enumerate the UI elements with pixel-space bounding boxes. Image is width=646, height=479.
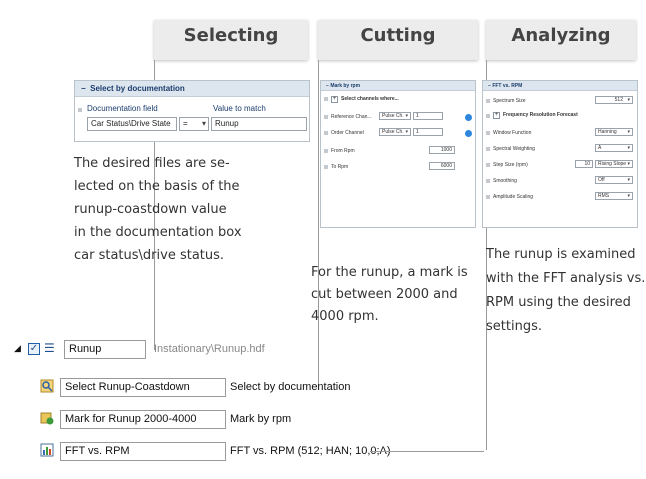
- step-description: Mark by rpm: [230, 413, 292, 425]
- analyzing-header: Analyzing: [486, 20, 636, 60]
- mark-by-rpm-panel: − Mark by rpm + Select channels where...…: [320, 80, 476, 228]
- row-grip-icon[interactable]: [486, 179, 490, 183]
- step-mode-select[interactable]: Rising Slope: [595, 160, 633, 168]
- spectral-weighting-select[interactable]: A: [595, 144, 633, 152]
- reference-channel-number[interactable]: 1: [413, 112, 443, 120]
- spectral-weighting-row: Spectral Weighting A: [483, 143, 637, 155]
- to-rpm-input[interactable]: 6000: [429, 162, 455, 170]
- row-grip-icon[interactable]: [486, 163, 490, 167]
- spectrum-size-label: Spectrum Size: [493, 98, 526, 104]
- expand-icon[interactable]: +: [331, 96, 338, 103]
- selecting-description: The desired files are se- lected on the …: [74, 156, 242, 263]
- panel-title: Mark by rpm: [330, 83, 361, 89]
- window-function-select[interactable]: Hanning: [595, 128, 633, 136]
- from-rpm-label: From Rpm: [331, 148, 355, 154]
- expand-icon[interactable]: +: [493, 112, 500, 119]
- step-size-input[interactable]: 10: [575, 160, 593, 168]
- smoothing-label: Smoothing: [493, 178, 517, 184]
- amplitude-scaling-row: Amplitude Scaling RMS: [483, 191, 637, 203]
- cutting-description: For the runup, a mark is cut between 200…: [311, 265, 468, 324]
- match-value-input[interactable]: Runup: [211, 117, 307, 131]
- to-rpm-label: To Rpm: [331, 164, 349, 170]
- order-channel-row: Order Channel Pulse Ch. 1: [321, 127, 475, 139]
- select-filter-icon: [40, 379, 54, 393]
- panel-header[interactable]: − FFT vs. RPM: [483, 81, 637, 91]
- row-grip-icon[interactable]: [486, 147, 490, 151]
- analyzing-description: The runup is examined with the FFT analy…: [486, 247, 646, 334]
- reference-channel-row: Reference Chan... Pulse Ch. 1: [321, 111, 475, 123]
- spectrum-size-row: Spectrum Size 512: [483, 95, 637, 107]
- fft-chart-icon: [40, 443, 54, 457]
- tree-item-fft: FFT vs. RPM FFT vs. RPM (512; HAN; 10,0;…: [40, 440, 600, 462]
- select-channels-row: + Select channels where...: [321, 95, 475, 105]
- smoothing-row: Smoothing Off: [483, 175, 637, 187]
- row-grip-icon[interactable]: [78, 108, 82, 112]
- panel-header[interactable]: − Select by documentation: [75, 81, 309, 97]
- panel-title: Select by documentation: [90, 84, 185, 93]
- step-size-label: Step Size (rpm): [493, 162, 528, 168]
- checkbox[interactable]: ✓: [28, 343, 40, 355]
- from-rpm-row: From Rpm 1000: [321, 145, 475, 157]
- step-name-input[interactable]: Mark for Runup 2000-4000: [60, 410, 226, 429]
- row-grip-icon[interactable]: [486, 131, 490, 135]
- select-channels-label: Select channels where...: [341, 96, 399, 102]
- spectral-weighting-label: Spectral Weighting: [493, 146, 535, 152]
- amplitude-scaling-label: Amplitude Scaling: [493, 194, 534, 200]
- row-grip-icon[interactable]: [486, 114, 490, 118]
- window-function-row: Window Function Hanning: [483, 127, 637, 139]
- panel-title: FFT vs. RPM: [492, 83, 523, 89]
- tree-item-select: Select Runup-Coastdown Select by documen…: [40, 376, 600, 398]
- to-rpm-row: To Rpm 6000: [321, 161, 475, 173]
- row-grip-icon[interactable]: [324, 149, 328, 153]
- collapse-triangle-icon[interactable]: ◢: [14, 343, 21, 354]
- connector-line: [370, 451, 484, 452]
- step-name-input[interactable]: FFT vs. RPM: [60, 442, 226, 461]
- row-grip-icon[interactable]: [324, 131, 328, 135]
- order-channel-select[interactable]: Pulse Ch.: [379, 128, 411, 136]
- mark-rpm-icon: [40, 412, 54, 425]
- from-rpm-input[interactable]: 1000: [429, 146, 455, 154]
- operator-select[interactable]: =: [179, 117, 209, 131]
- cutting-header: Cutting: [318, 20, 478, 60]
- panel-header[interactable]: − Mark by rpm: [321, 81, 475, 91]
- smoothing-select[interactable]: Off: [595, 176, 633, 184]
- row-grip-icon[interactable]: [324, 115, 328, 119]
- cutting-guide-line: [318, 60, 319, 390]
- step-name-input[interactable]: Select Runup-Coastdown: [60, 378, 226, 397]
- list-icon: ☰: [44, 341, 55, 355]
- row-grip-icon[interactable]: [324, 165, 328, 169]
- step-description: Select by documentation: [230, 381, 351, 393]
- row-grip-icon[interactable]: [324, 97, 328, 101]
- root-name-input[interactable]: Runup: [64, 340, 146, 359]
- info-icon[interactable]: [465, 114, 472, 121]
- row-grip-icon[interactable]: [486, 195, 490, 199]
- documentation-field-header: Documentation field: [87, 104, 158, 113]
- documentation-field-input[interactable]: Car Status\Drive State: [87, 117, 177, 131]
- info-icon[interactable]: [465, 130, 472, 137]
- frequency-resolution-row: + Frequency Resolution Forecast: [483, 111, 637, 121]
- tree-item-mark: Mark for Runup 2000-4000 Mark by rpm: [40, 408, 600, 430]
- fft-vs-rpm-panel: − FFT vs. RPM Spectrum Size 512 + Freque…: [482, 80, 638, 228]
- selecting-header: Selecting: [154, 20, 308, 60]
- tree-root-row: ◢ ✓ ☰ Runup Instationary\Runup.hdf: [14, 340, 314, 361]
- collapse-icon[interactable]: −: [326, 83, 329, 89]
- row-grip-icon[interactable]: [486, 99, 490, 103]
- value-to-match-header: Value to match: [213, 104, 266, 113]
- frequency-resolution-label: Frequency Resolution Forecast: [503, 112, 578, 118]
- spectrum-size-select[interactable]: 512: [595, 96, 633, 104]
- reference-channel-select[interactable]: Pulse Ch.: [379, 112, 411, 120]
- amplitude-scaling-select[interactable]: RMS: [595, 192, 633, 200]
- select-by-documentation-panel: − Select by documentation Documentation …: [74, 80, 310, 142]
- collapse-icon[interactable]: −: [81, 84, 86, 93]
- step-size-row: Step Size (rpm) 10 Rising Slope: [483, 159, 637, 171]
- reference-channel-label: Reference Chan...: [331, 114, 372, 120]
- order-channel-number[interactable]: 1: [413, 128, 443, 136]
- order-channel-label: Order Channel: [331, 130, 364, 136]
- step-description: FFT vs. RPM (512; HAN; 10,0;A): [230, 445, 391, 457]
- window-function-label: Window Function: [493, 130, 532, 136]
- collapse-icon[interactable]: −: [488, 83, 491, 89]
- root-path: Instationary\Runup.hdf: [154, 343, 265, 355]
